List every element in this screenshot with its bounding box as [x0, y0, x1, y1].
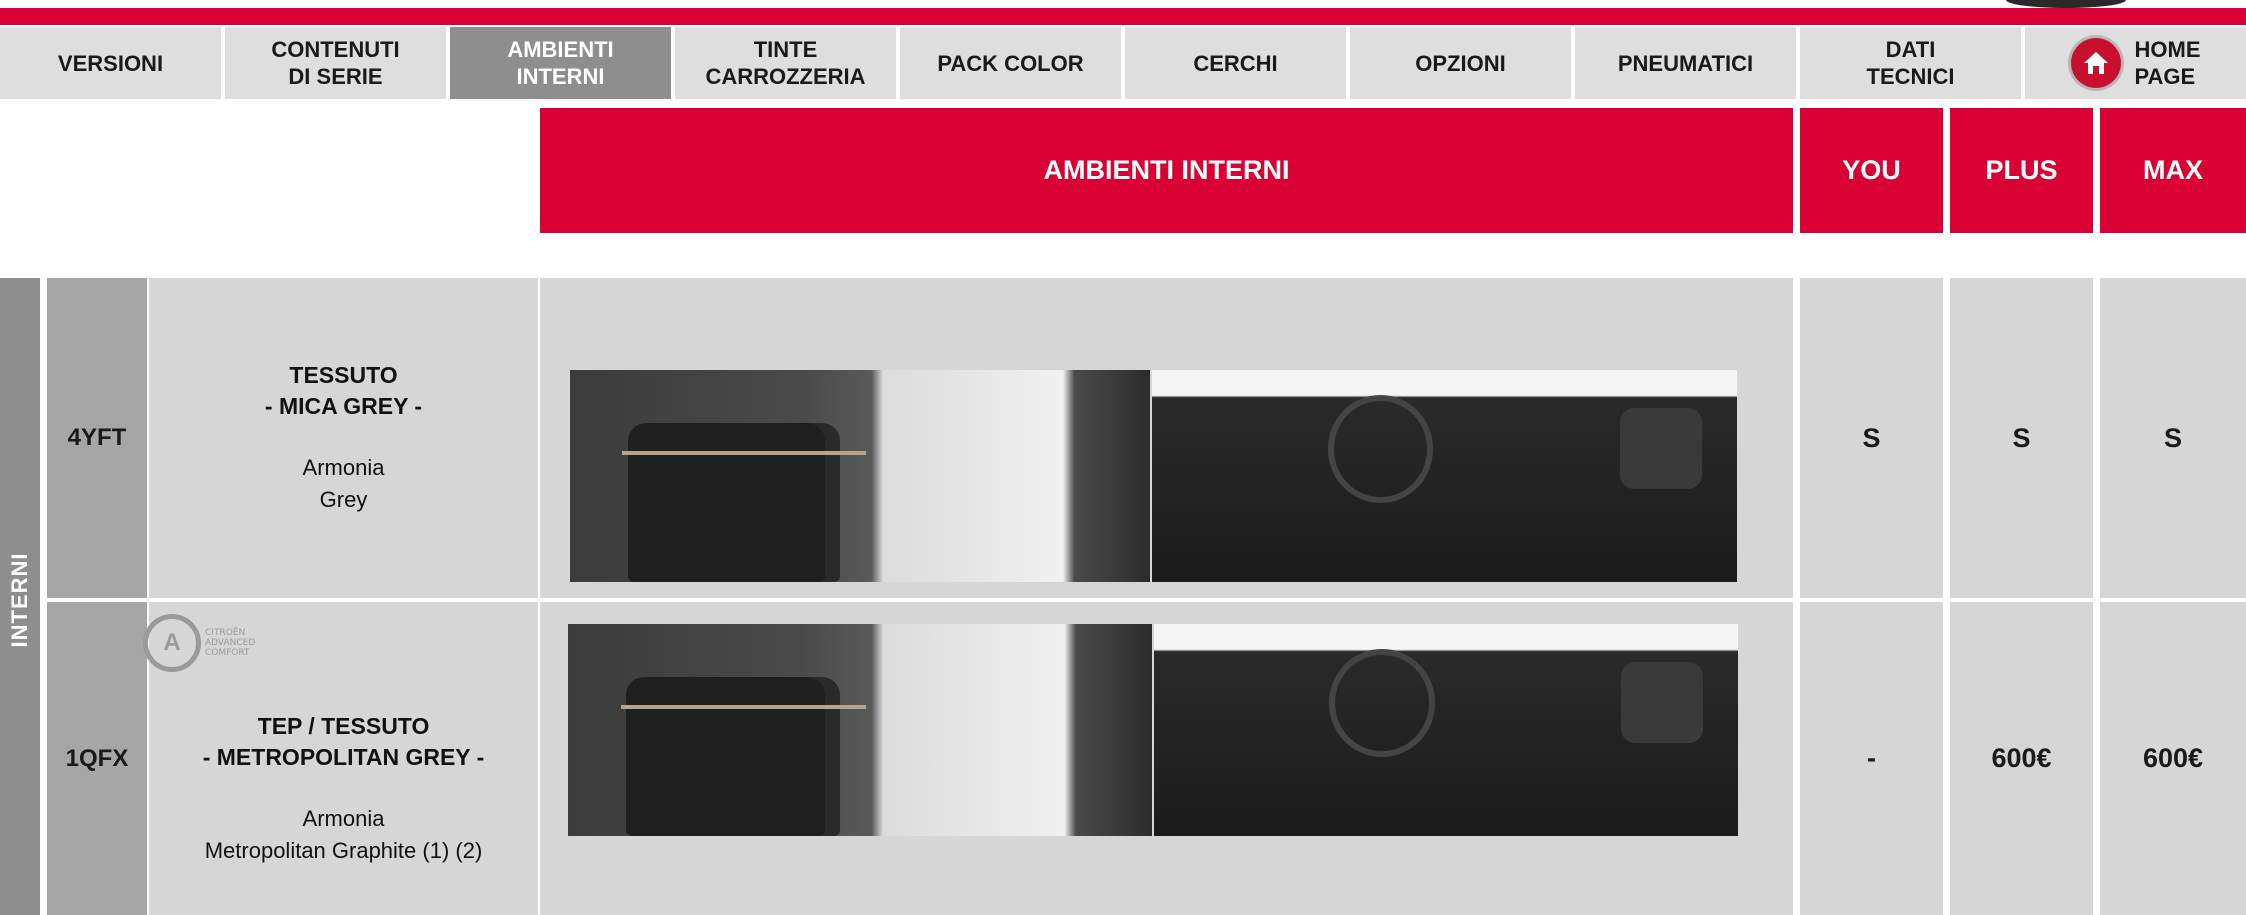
column-header-max: MAX — [2100, 108, 2246, 233]
column-header-plus: PLUS — [1950, 108, 2093, 233]
nav-tab-opzioni[interactable]: OPZIONI — [1350, 27, 1571, 99]
row-subtitle: - METROPOLITAN GREY - — [202, 743, 485, 770]
row-code: 1QFX — [47, 602, 147, 915]
row-line1: Armonia — [302, 455, 385, 480]
row-image-panel — [540, 278, 1793, 598]
nav-tab-ambienti-interni[interactable]: AMBIENTI INTERNI — [450, 27, 671, 99]
value-plus: S — [1950, 278, 2093, 598]
car-silhouette-decoration — [2006, 0, 2126, 8]
value-you: - — [1800, 602, 1943, 915]
interior-dashboard-photo — [1154, 624, 1738, 836]
value-you: S — [1800, 278, 1943, 598]
nav-tab-tinte-carrozzeria[interactable]: TINTE CARROZZERIA — [675, 27, 896, 99]
interior-rear-seats-photo — [568, 624, 1152, 836]
home-icon — [2070, 38, 2121, 88]
nav-tab-pack-color[interactable]: PACK COLOR — [900, 27, 1121, 99]
advanced-comfort-logo: A CITROËN ADVANCED COMFORT — [143, 608, 263, 678]
row-image-panel — [540, 602, 1793, 915]
interior-dashboard-photo — [1152, 370, 1737, 582]
main-navigation: VERSIONI CONTENUTI DI SERIE AMBIENTI INT… — [0, 27, 2246, 99]
section-side-label-text: INTERNI — [7, 552, 32, 648]
row-title: TEP / TESSUTO — [257, 712, 430, 739]
value-plus: 600€ — [1950, 602, 2093, 915]
value-max: S — [2100, 278, 2246, 598]
nav-tab-cerchi[interactable]: CERCHI — [1125, 27, 1346, 99]
section-title-ambienti-interni: AMBIENTI INTERNI — [540, 108, 1793, 233]
nav-tab-versioni[interactable]: VERSIONI — [0, 27, 221, 99]
row-line2: Grey — [319, 487, 368, 512]
nav-tab-pneumatici[interactable]: PNEUMATICI — [1575, 27, 1796, 99]
row-subtitle: - MICA GREY - — [264, 393, 423, 419]
row-description: TESSUTO - MICA GREY - Armonia Grey — [149, 278, 538, 598]
advanced-comfort-text: CITROËN ADVANCED COMFORT — [205, 628, 256, 658]
value-max: 600€ — [2100, 602, 2246, 915]
top-red-bar — [0, 8, 2246, 25]
home-page-button[interactable]: HOME PAGE — [2025, 27, 2246, 99]
nav-tab-dati-tecnici[interactable]: DATI TECNICI — [1800, 27, 2021, 99]
advanced-comfort-badge: A — [143, 614, 201, 672]
column-header-you: YOU — [1800, 108, 1943, 233]
nav-tab-contenuti-di-serie[interactable]: CONTENUTI DI SERIE — [225, 27, 446, 99]
home-page-label: HOME PAGE — [2134, 37, 2201, 89]
row-code: 4YFT — [47, 278, 147, 598]
interior-rear-seats-photo — [570, 370, 1150, 582]
row-line1: Armonia — [302, 805, 385, 831]
row-line2: Metropolitan Graphite (1) (2) — [204, 837, 483, 863]
row-title: TESSUTO — [289, 362, 398, 388]
